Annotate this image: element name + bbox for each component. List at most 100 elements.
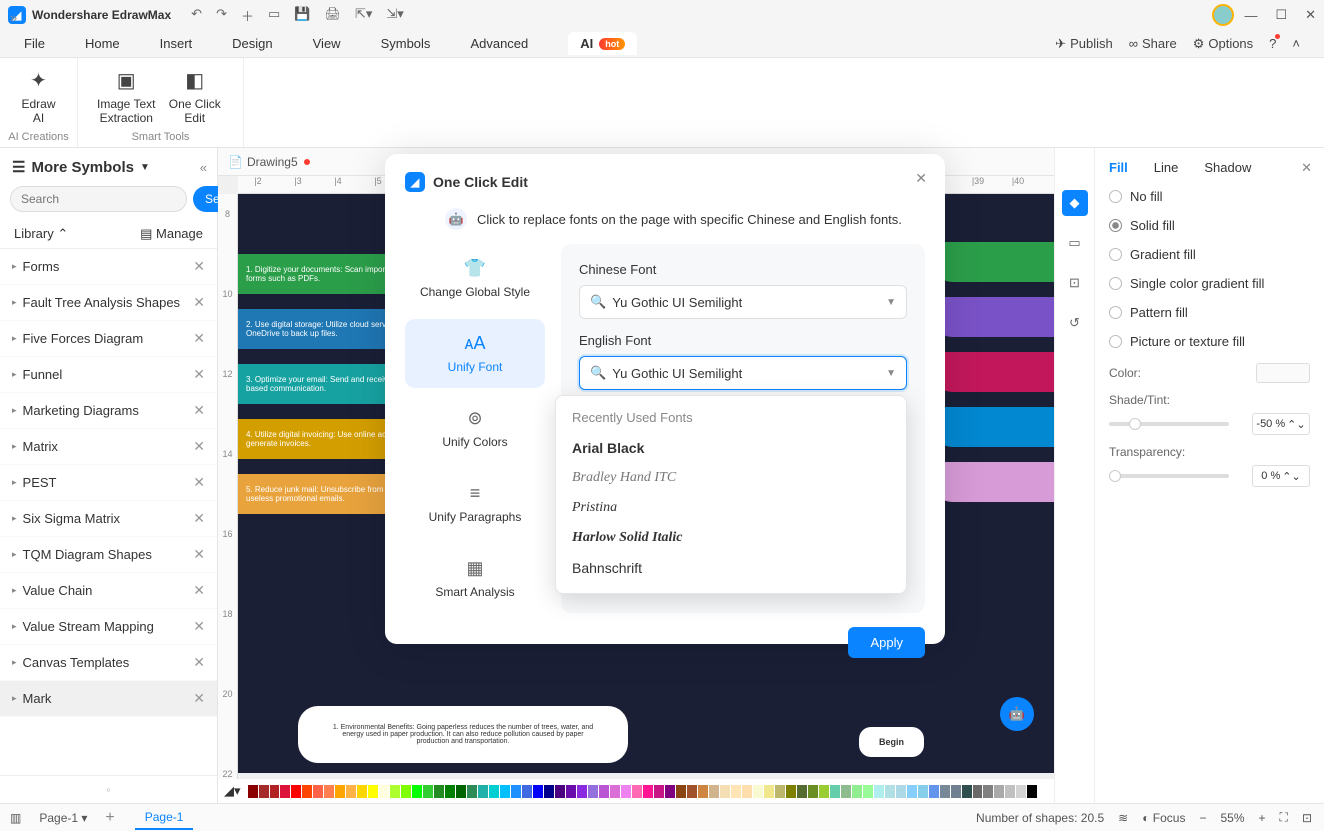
menu-symbols[interactable]: Symbols — [381, 36, 431, 51]
ai-assistant-bubble[interactable]: 🤖 — [1000, 697, 1034, 731]
category-item[interactable]: ▸Matrix✕ — [0, 429, 217, 465]
remove-category-icon[interactable]: ✕ — [193, 690, 205, 707]
color-swatch[interactable] — [775, 785, 785, 798]
canvas-textbox[interactable]: 1. Environmental Benefits: Going paperle… — [298, 706, 628, 763]
color-swatch[interactable] — [698, 785, 708, 798]
color-swatch[interactable] — [489, 785, 499, 798]
add-page-icon[interactable]: + — [105, 809, 114, 827]
color-swatch[interactable] — [401, 785, 411, 798]
font-option[interactable]: Pristina — [556, 493, 906, 523]
color-swatch[interactable] — [709, 785, 719, 798]
view-icon[interactable]: ⊡ — [1062, 270, 1088, 296]
menu-ai[interactable]: AI hot — [568, 32, 637, 55]
color-swatch[interactable] — [467, 785, 477, 798]
color-swatch[interactable] — [753, 785, 763, 798]
color-swatch[interactable] — [1005, 785, 1015, 798]
color-swatch[interactable] — [511, 785, 521, 798]
color-swatch[interactable] — [379, 785, 389, 798]
color-swatch[interactable] — [951, 785, 961, 798]
color-swatch[interactable] — [456, 785, 466, 798]
font-option[interactable]: Arial Black — [556, 433, 906, 463]
category-item[interactable]: ▸Funnel✕ — [0, 357, 217, 393]
print-icon[interactable]: 🖨 — [324, 6, 341, 25]
category-item[interactable]: ▸Marketing Diagrams✕ — [0, 393, 217, 429]
tab-fill[interactable]: Fill — [1109, 160, 1128, 175]
collapse-ribbon-icon[interactable]: ˄ — [1292, 36, 1300, 51]
apply-button[interactable]: Apply — [848, 627, 925, 658]
color-swatch[interactable] — [929, 785, 939, 798]
color-swatch[interactable] — [852, 785, 862, 798]
category-item[interactable]: ▸Mark✕ — [0, 681, 217, 717]
color-swatch[interactable] — [324, 785, 334, 798]
close-icon[interactable]: ✕ — [1305, 7, 1316, 23]
menu-view[interactable]: View — [313, 36, 341, 51]
remove-category-icon[interactable]: ✕ — [193, 258, 205, 275]
color-swatch[interactable] — [874, 785, 884, 798]
fill-option[interactable]: Picture or texture fill — [1109, 334, 1310, 349]
manage-button[interactable]: ▤ Manage — [140, 226, 203, 242]
color-swatch[interactable] — [555, 785, 565, 798]
collapse-left-icon[interactable]: « — [200, 160, 207, 175]
font-option[interactable]: Bradley Hand ITC — [556, 463, 906, 493]
modal-side-item[interactable]: ⊚Unify Colors — [405, 394, 545, 463]
import-icon[interactable]: ⇲▾ — [386, 6, 403, 25]
color-swatch[interactable] — [797, 785, 807, 798]
menu-file[interactable]: File — [24, 36, 45, 51]
modal-side-item[interactable]: 👕Change Global Style — [405, 244, 545, 313]
page-selector[interactable]: Page-1 ▾ — [31, 809, 95, 827]
color-swatch[interactable] — [346, 785, 356, 798]
maximize-icon[interactable]: ☐ — [1275, 7, 1287, 23]
fit-width-icon[interactable]: ⊡ — [1302, 811, 1312, 825]
remove-category-icon[interactable]: ✕ — [193, 510, 205, 527]
color-swatch[interactable] — [731, 785, 741, 798]
fill-option[interactable]: Pattern fill — [1109, 305, 1310, 320]
font-option[interactable]: Harlow Solid Italic — [556, 523, 906, 553]
category-item[interactable]: ▸Value Chain✕ — [0, 573, 217, 609]
color-swatch[interactable] — [368, 785, 378, 798]
canvas-shape[interactable] — [934, 297, 1054, 337]
symbol-search-input[interactable] — [10, 186, 187, 212]
page-list-icon[interactable]: ▥ — [10, 811, 21, 825]
color-swatch[interactable] — [654, 785, 664, 798]
color-swatch[interactable] — [841, 785, 851, 798]
color-swatch[interactable] — [907, 785, 917, 798]
tab-shadow[interactable]: Shadow — [1204, 160, 1251, 175]
remove-category-icon[interactable]: ✕ — [193, 618, 205, 635]
transparency-slider[interactable] — [1109, 474, 1229, 478]
color-swatch[interactable] — [434, 785, 444, 798]
color-swatch[interactable] — [742, 785, 752, 798]
color-swatch[interactable] — [1256, 363, 1310, 383]
color-swatch[interactable] — [259, 785, 269, 798]
color-swatch[interactable] — [270, 785, 280, 798]
color-swatch[interactable] — [764, 785, 774, 798]
color-swatch[interactable] — [830, 785, 840, 798]
category-item[interactable]: ▸Five Forces Diagram✕ — [0, 321, 217, 357]
edraw-ai-icon[interactable]: ✦ — [14, 68, 63, 93]
color-swatch[interactable] — [544, 785, 554, 798]
color-swatch[interactable] — [687, 785, 697, 798]
color-swatch[interactable] — [940, 785, 950, 798]
canvas-shape[interactable] — [934, 407, 1054, 447]
minimize-icon[interactable]: — — [1244, 8, 1257, 23]
color-swatch[interactable] — [1027, 785, 1037, 798]
color-swatch[interactable] — [983, 785, 993, 798]
remove-category-icon[interactable]: ✕ — [193, 582, 205, 599]
remove-category-icon[interactable]: ✕ — [193, 654, 205, 671]
color-swatch[interactable] — [423, 785, 433, 798]
more-symbols-title[interactable]: More Symbols — [31, 159, 134, 176]
chinese-font-select[interactable]: 🔍 Yu Gothic UI Semilight ▼ — [579, 285, 907, 319]
expand-strip-icon[interactable]: » — [10, 10, 17, 25]
color-swatch[interactable] — [522, 785, 532, 798]
remove-category-icon[interactable]: ✕ — [193, 474, 205, 491]
category-item[interactable]: ▸TQM Diagram Shapes✕ — [0, 537, 217, 573]
color-swatch[interactable] — [896, 785, 906, 798]
color-swatch[interactable] — [412, 785, 422, 798]
color-swatch[interactable] — [610, 785, 620, 798]
zoom-out-icon[interactable]: − — [1199, 811, 1206, 825]
user-avatar[interactable] — [1212, 4, 1234, 26]
open-icon[interactable]: ▭ — [268, 6, 280, 25]
fill-picker-icon[interactable]: ◢▾ — [224, 783, 241, 799]
color-swatch[interactable] — [621, 785, 631, 798]
zoom-value[interactable]: 55% — [1220, 811, 1244, 825]
font-option[interactable]: Bahnschrift — [556, 553, 906, 583]
